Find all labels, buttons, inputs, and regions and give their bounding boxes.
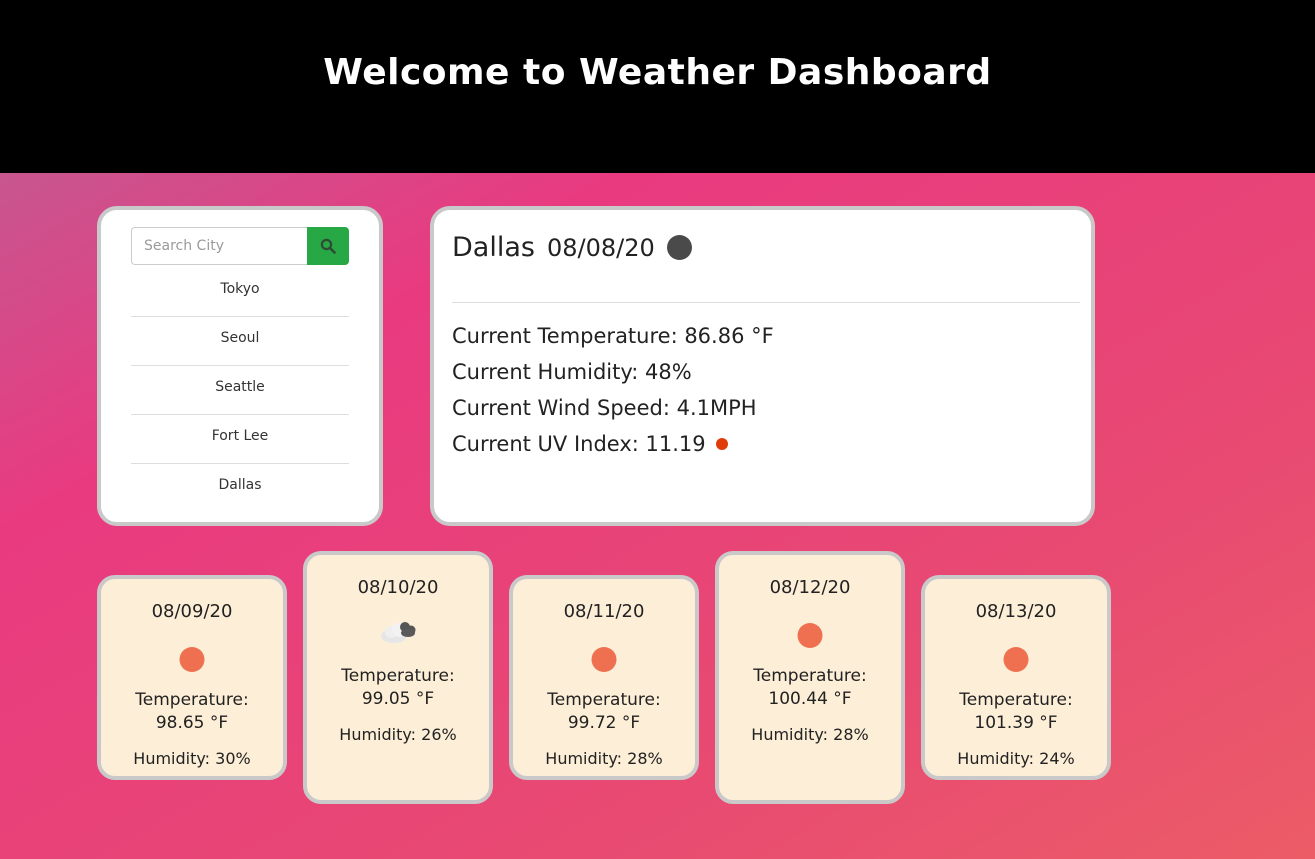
dashboard-main: Tokyo Seoul Seattle Fort Lee Dallas Dall… bbox=[0, 173, 1315, 859]
uv-indicator-icon bbox=[715, 438, 728, 450]
forecast-date: 08/11/20 bbox=[563, 601, 645, 622]
sun-icon bbox=[179, 647, 205, 672]
forecast-humidity: Humidity: 28% bbox=[545, 749, 663, 768]
forecast-date: 08/12/20 bbox=[769, 577, 851, 598]
forecast-temperature: Temperature: 99.05 °F bbox=[341, 666, 455, 709]
moon-icon bbox=[666, 235, 692, 260]
search-button[interactable] bbox=[307, 227, 349, 265]
search-input[interactable] bbox=[131, 227, 307, 265]
history-item-seoul[interactable]: Seoul bbox=[131, 317, 349, 366]
forecast-humidity: Humidity: 30% bbox=[133, 749, 251, 768]
current-details: Current Temperature: 86.86 °F Current Hu… bbox=[452, 318, 774, 462]
history-item-dallas[interactable]: Dallas bbox=[131, 464, 349, 513]
forecast-card: 08/11/20 Temperature: 99.72 °F Humidity:… bbox=[509, 575, 699, 780]
current-date: 08/08/20 bbox=[546, 233, 655, 262]
forecast-temperature: Temperature: 98.65 °F bbox=[135, 690, 249, 733]
search-panel: Tokyo Seoul Seattle Fort Lee Dallas bbox=[97, 206, 383, 526]
forecast-humidity: Humidity: 24% bbox=[957, 749, 1075, 768]
forecast-humidity: Humidity: 28% bbox=[751, 725, 869, 744]
forecast-temperature: Temperature: 100.44 °F bbox=[753, 666, 867, 709]
forecast-card: 08/09/20 Temperature: 98.65 °F Humidity:… bbox=[97, 575, 287, 780]
current-weather-title: Dallas 08/08/20 bbox=[452, 232, 692, 263]
page-header: Welcome to Weather Dashboard bbox=[0, 0, 1315, 173]
current-uv-row: Current UV Index: 11.19 bbox=[452, 426, 774, 462]
search-icon bbox=[320, 238, 336, 254]
page-title: Welcome to Weather Dashboard bbox=[323, 52, 992, 93]
forecast-card: 08/12/20 Temperature: 100.44 °F Humidity… bbox=[715, 551, 905, 804]
forecast-card: 08/13/20 Temperature: 101.39 °F Humidity… bbox=[921, 575, 1111, 780]
forecast-date: 08/13/20 bbox=[975, 601, 1057, 622]
forecast-temperature: Temperature: 99.72 °F bbox=[547, 690, 661, 733]
forecast-temperature: Temperature: 101.39 °F bbox=[959, 690, 1073, 733]
current-weather-panel: Dallas 08/08/20 Current Temperature: 86.… bbox=[430, 206, 1095, 526]
sun-icon bbox=[797, 623, 823, 648]
current-wind-speed: Current Wind Speed: 4.1MPH bbox=[452, 396, 757, 420]
current-uv-index: Current UV Index: 11.19 bbox=[452, 432, 706, 456]
forecast-date: 08/09/20 bbox=[151, 601, 233, 622]
history-item-tokyo[interactable]: Tokyo bbox=[131, 268, 349, 317]
sun-icon bbox=[591, 647, 617, 672]
current-city-name: Dallas bbox=[452, 232, 535, 263]
history-item-seattle[interactable]: Seattle bbox=[131, 366, 349, 415]
current-humidity: Current Humidity: 48% bbox=[452, 360, 692, 384]
cloud-icon bbox=[381, 622, 416, 643]
forecast-date: 08/10/20 bbox=[357, 577, 439, 598]
search-history-list: Tokyo Seoul Seattle Fort Lee Dallas bbox=[131, 268, 349, 513]
forecast-card: 08/10/20 Temperature: 99.05 °F Humidity:… bbox=[303, 551, 493, 804]
forecast-humidity: Humidity: 26% bbox=[339, 725, 457, 744]
history-item-fort-lee[interactable]: Fort Lee bbox=[131, 415, 349, 464]
divider bbox=[452, 302, 1080, 303]
sun-icon bbox=[1003, 647, 1029, 672]
search-bar bbox=[131, 227, 349, 265]
current-temperature: Current Temperature: 86.86 °F bbox=[452, 324, 774, 348]
